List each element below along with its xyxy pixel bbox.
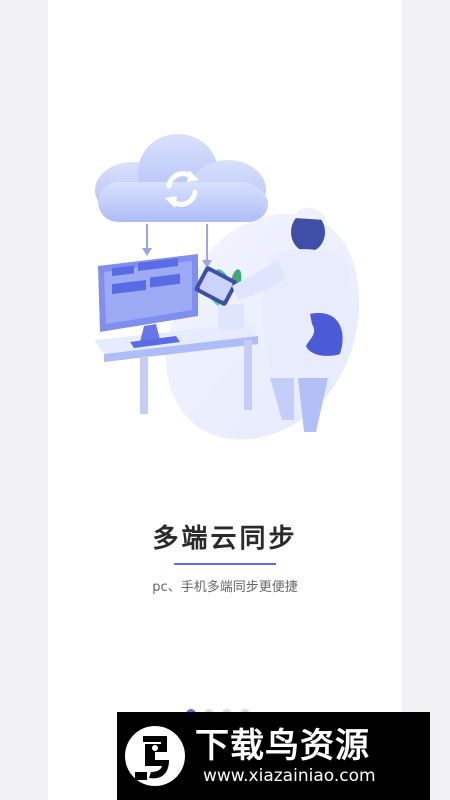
onboarding-subtitle: pc、手机多端同步更便捷 [152, 580, 298, 595]
watermark-brand: 下载鸟资源 [195, 726, 370, 766]
status-time: 0:00 [356, 8, 390, 26]
bird-logo-icon [125, 726, 185, 786]
onboarding-screen: 0:00 多端云同步 pc、手机多端同步更便捷 [48, 0, 402, 800]
title-underline [174, 563, 276, 565]
watermark-banner: 下载鸟资源 www.xiazainiao.com [117, 712, 430, 800]
watermark-url: www.xiazainiao.com [203, 766, 376, 786]
cloud-sync-illustration [94, 134, 360, 440]
onboarding-title: 多端云同步 [152, 524, 298, 554]
cloud-icon [95, 134, 268, 222]
